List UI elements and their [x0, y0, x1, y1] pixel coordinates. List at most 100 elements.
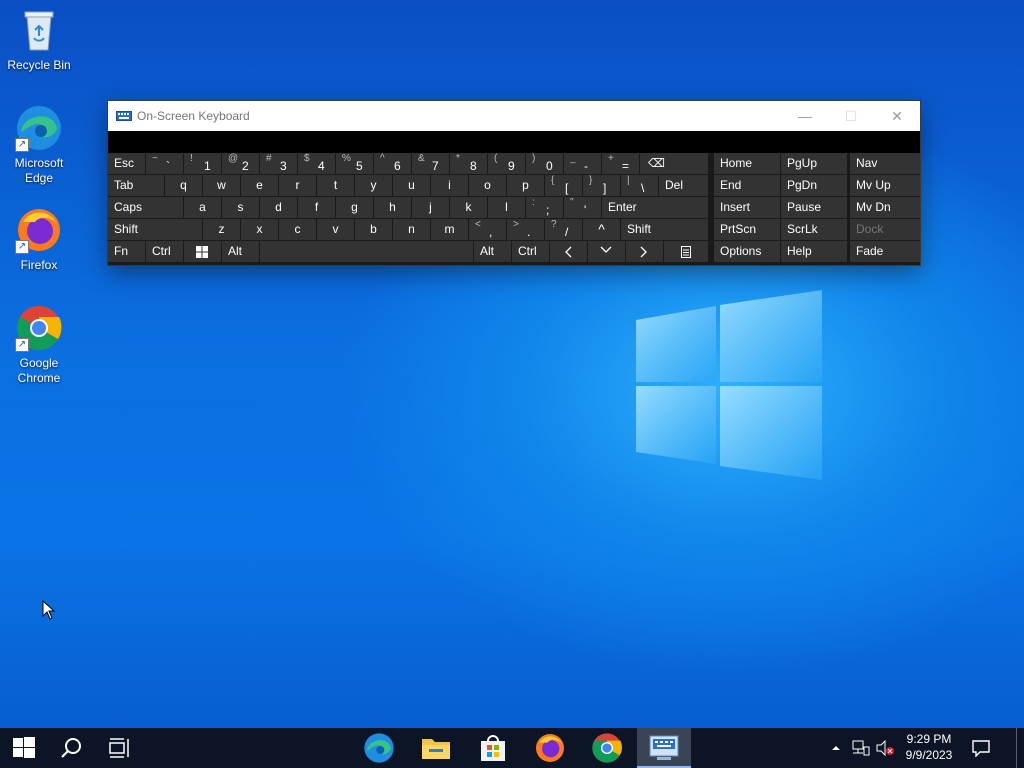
- show-desktop-button[interactable]: [1016, 728, 1024, 768]
- key-del[interactable]: Del: [659, 175, 708, 196]
- key-w[interactable]: w: [203, 175, 240, 196]
- key-8[interactable]: * 8: [450, 153, 487, 174]
- start-button[interactable]: [0, 728, 48, 768]
- key-6[interactable]: ^ 6: [374, 153, 411, 174]
- key-h[interactable]: h: [374, 197, 411, 218]
- key-right-shift[interactable]: Shift: [621, 219, 708, 240]
- key-q[interactable]: q: [165, 175, 202, 196]
- network-status-button[interactable]: [850, 728, 872, 768]
- taskbar-app-store[interactable]: [466, 728, 520, 768]
- key-r[interactable]: r: [279, 175, 316, 196]
- key-quote[interactable]: " ': [564, 197, 601, 218]
- key-f[interactable]: f: [298, 197, 335, 218]
- key-left-arrow[interactable]: [550, 241, 587, 262]
- key-backtick[interactable]: ~ `: [146, 153, 183, 174]
- key-fade[interactable]: Fade: [850, 241, 920, 262]
- key-prtscn[interactable]: PrtScn: [714, 219, 780, 240]
- key-1[interactable]: ! 1: [184, 153, 221, 174]
- taskbar-app-on-screen-keyboard[interactable]: [637, 728, 691, 768]
- key-esc[interactable]: Esc: [108, 153, 145, 174]
- key-left-bracket[interactable]: {[: [545, 175, 582, 196]
- key-down-arrow[interactable]: [588, 241, 625, 262]
- taskbar-app-firefox[interactable]: [523, 728, 577, 768]
- key-enter[interactable]: Enter: [602, 197, 708, 218]
- key-x[interactable]: x: [241, 219, 278, 240]
- action-center-button[interactable]: [960, 728, 1002, 768]
- key-pause[interactable]: Pause: [781, 197, 847, 218]
- key-3[interactable]: #3: [260, 153, 297, 174]
- key-v[interactable]: v: [317, 219, 354, 240]
- key-left-ctrl[interactable]: Ctrl: [146, 241, 183, 262]
- key-insert[interactable]: Insert: [714, 197, 780, 218]
- key-pgup[interactable]: PgUp: [781, 153, 847, 174]
- key-7[interactable]: & 7: [412, 153, 449, 174]
- key-z[interactable]: z: [203, 219, 240, 240]
- key-0[interactable]: ) 0: [526, 153, 563, 174]
- key-home[interactable]: Home: [714, 153, 780, 174]
- key-comma[interactable]: <,: [469, 219, 506, 240]
- key-caps[interactable]: Caps: [108, 197, 183, 218]
- key-y[interactable]: y: [355, 175, 392, 196]
- search-button[interactable]: [48, 728, 96, 768]
- key-b[interactable]: b: [355, 219, 392, 240]
- key-space[interactable]: [260, 241, 473, 262]
- key-a[interactable]: a: [184, 197, 221, 218]
- key-left-shift[interactable]: Shift: [108, 219, 202, 240]
- key-right-arrow[interactable]: [626, 241, 663, 262]
- key-equals[interactable]: + =: [602, 153, 639, 174]
- key-scrlk[interactable]: ScrLk: [781, 219, 847, 240]
- desktop-icon-firefox[interactable]: ↗ Firefox: [2, 206, 76, 273]
- key-k[interactable]: k: [450, 197, 487, 218]
- key-9[interactable]: (9: [488, 153, 525, 174]
- key-g[interactable]: g: [336, 197, 373, 218]
- key-dock[interactable]: Dock: [850, 219, 920, 240]
- close-button[interactable]: ✕: [874, 101, 920, 131]
- maximize-button[interactable]: ☐: [828, 101, 874, 131]
- key-period[interactable]: >.: [507, 219, 544, 240]
- show-hidden-icons-button[interactable]: [826, 728, 846, 768]
- key-nav[interactable]: Nav: [850, 153, 920, 174]
- key-up-arrow[interactable]: ^: [583, 219, 620, 240]
- taskbar-app-edge[interactable]: [352, 728, 406, 768]
- key-e[interactable]: e: [241, 175, 278, 196]
- key-fn[interactable]: Fn: [108, 241, 145, 262]
- key-p[interactable]: p: [507, 175, 544, 196]
- key-options[interactable]: Options: [714, 241, 780, 262]
- key-right-ctrl[interactable]: Ctrl: [512, 241, 549, 262]
- key-menu[interactable]: [664, 241, 708, 262]
- task-view-button[interactable]: [96, 728, 144, 768]
- key-t[interactable]: t: [317, 175, 354, 196]
- osk-title-bar[interactable]: On-Screen Keyboard — ☐ ✕: [108, 101, 920, 131]
- key-l[interactable]: l: [488, 197, 525, 218]
- key-c[interactable]: c: [279, 219, 316, 240]
- key-mv-dn[interactable]: Mv Dn: [850, 197, 920, 218]
- key-mv-up[interactable]: Mv Up: [850, 175, 920, 196]
- key-o[interactable]: o: [469, 175, 506, 196]
- key-slash[interactable]: ? /: [545, 219, 582, 240]
- key-5[interactable]: % 5: [336, 153, 373, 174]
- minimize-button[interactable]: —: [782, 101, 828, 131]
- key-backspace[interactable]: ⌫: [640, 153, 708, 174]
- key-u[interactable]: u: [393, 175, 430, 196]
- key-pgdn[interactable]: PgDn: [781, 175, 847, 196]
- desktop-icon-microsoft-edge[interactable]: ↗ Microsoft Edge: [2, 104, 76, 186]
- key-end[interactable]: End: [714, 175, 780, 196]
- key-semicolon[interactable]: :;: [526, 197, 563, 218]
- desktop-icon-recycle-bin[interactable]: Recycle Bin: [2, 6, 76, 73]
- taskbar-app-file-explorer[interactable]: [409, 728, 463, 768]
- key-s[interactable]: s: [222, 197, 259, 218]
- key-right-alt[interactable]: Alt: [474, 241, 511, 262]
- key-backslash[interactable]: | \: [621, 175, 658, 196]
- key-2[interactable]: @2: [222, 153, 259, 174]
- key-d[interactable]: d: [260, 197, 297, 218]
- clock-button[interactable]: 9:29 PM 9/9/2023: [898, 732, 960, 764]
- key-m[interactable]: m: [431, 219, 468, 240]
- taskbar-app-chrome[interactable]: [580, 728, 634, 768]
- key-n[interactable]: n: [393, 219, 430, 240]
- key-help[interactable]: Help: [781, 241, 847, 262]
- key-left-alt[interactable]: Alt: [222, 241, 259, 262]
- key-windows[interactable]: [184, 241, 221, 262]
- key-minus[interactable]: _ -: [564, 153, 601, 174]
- key-4[interactable]: $4: [298, 153, 335, 174]
- key-right-bracket[interactable]: }]: [583, 175, 620, 196]
